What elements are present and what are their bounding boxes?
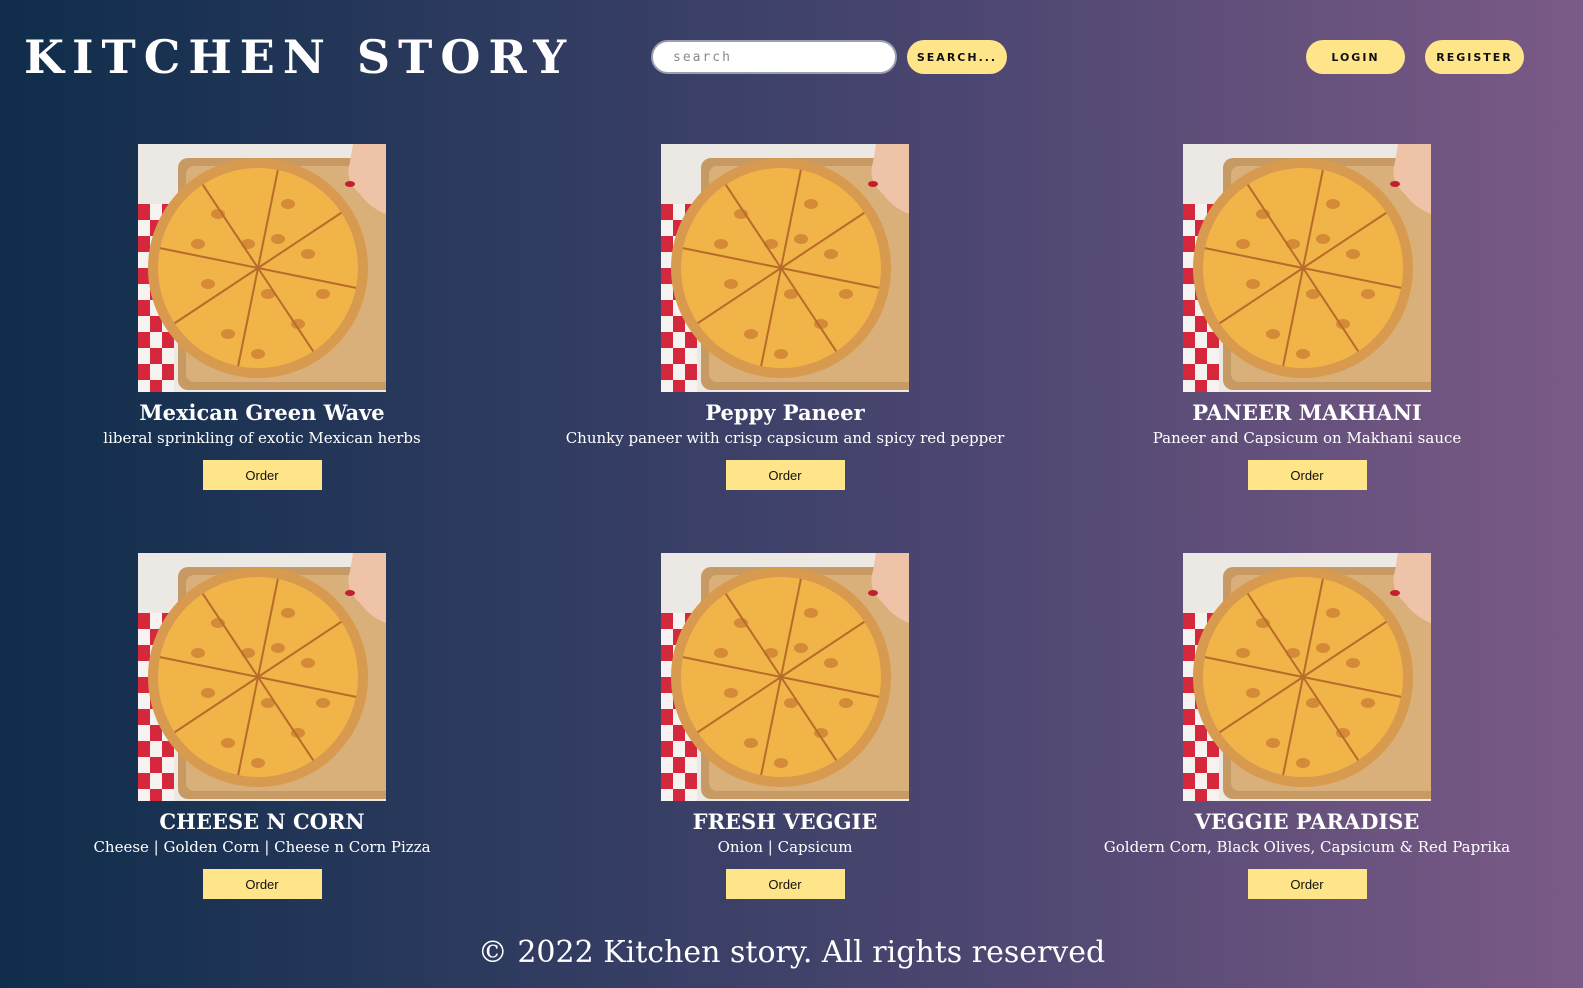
product-description: Onion | Capsicum	[717, 838, 853, 856]
pizza-image	[661, 144, 909, 392]
register-button[interactable]: REGISTER	[1425, 40, 1524, 74]
pizza-illustration	[661, 553, 909, 801]
order-button[interactable]: Order	[1247, 869, 1367, 899]
product-card-peppy-paneer: Peppy Paneer Chunky paneer with crisp ca…	[525, 144, 1045, 490]
pizza-illustration	[138, 553, 386, 801]
product-card-veggie-paradise: VEGGIE PARADISE Goldern Corn, Black Oliv…	[1047, 553, 1567, 899]
pizza-illustration	[138, 144, 386, 392]
pizza-image	[138, 144, 386, 392]
product-card-paneer-makhani: PANEER MAKHANI Paneer and Capsicum on Ma…	[1047, 144, 1567, 490]
product-title: PANEER MAKHANI	[1192, 400, 1422, 425]
pizza-image	[1183, 144, 1431, 392]
pizza-illustration	[1183, 553, 1431, 801]
site-header: KITCHEN STORY SEARCH... LOGIN REGISTER	[0, 0, 1583, 115]
footer-copyright: © 2022 Kitchen story. All rights reserve…	[477, 935, 1106, 970]
product-description: Goldern Corn, Black Olives, Capsicum & R…	[1103, 838, 1511, 856]
pizza-image	[661, 553, 909, 801]
pizza-illustration	[661, 144, 909, 392]
product-title: Peppy Paneer	[705, 400, 865, 425]
pizza-image	[138, 553, 386, 801]
order-button[interactable]: Order	[725, 460, 845, 490]
product-description: Cheese | Golden Corn | Cheese n Corn Piz…	[93, 838, 431, 856]
login-button[interactable]: LOGIN	[1306, 40, 1405, 74]
order-button[interactable]: Order	[725, 869, 845, 899]
product-title: CHEESE N CORN	[159, 809, 365, 834]
search-button[interactable]: SEARCH...	[907, 40, 1007, 74]
product-description: Chunky paneer with crisp capsicum and sp…	[565, 429, 1005, 447]
order-button[interactable]: Order	[202, 869, 322, 899]
order-button[interactable]: Order	[202, 460, 322, 490]
product-card-cheese-n-corn: CHEESE N CORN Cheese | Golden Corn | Che…	[2, 553, 522, 899]
product-card-mexican-green-wave: Mexican Green Wave liberal sprinkling of…	[2, 144, 522, 490]
product-description: liberal sprinkling of exotic Mexican her…	[103, 429, 421, 447]
product-title: VEGGIE PARADISE	[1194, 809, 1420, 834]
pizza-image	[1183, 553, 1431, 801]
pizza-illustration	[1183, 144, 1431, 392]
product-title: FRESH VEGGIE	[692, 809, 878, 834]
product-card-fresh-veggie: FRESH VEGGIE Onion | Capsicum Order	[525, 553, 1045, 899]
search-input[interactable]	[651, 40, 897, 74]
product-description: Paneer and Capsicum on Makhani sauce	[1152, 429, 1462, 447]
order-button[interactable]: Order	[1247, 460, 1367, 490]
product-title: Mexican Green Wave	[139, 400, 385, 425]
brand-logo[interactable]: KITCHEN STORY	[24, 30, 574, 84]
